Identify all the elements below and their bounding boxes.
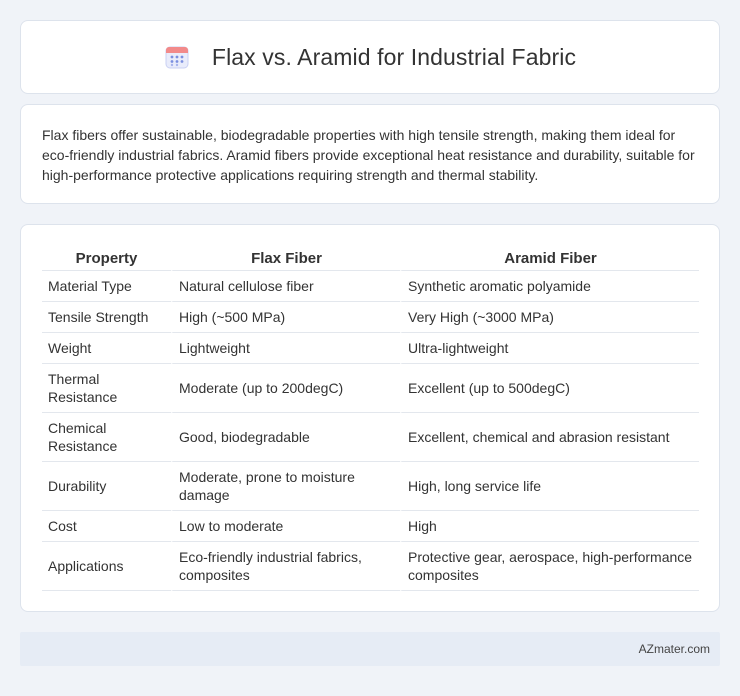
cell-flax: High (~500 MPa) [171,302,400,333]
cell-aramid: Excellent, chemical and abrasion resista… [400,413,699,462]
table-row: Applications Eco-friendly industrial fab… [42,542,699,591]
cell-property: Applications [42,542,171,591]
table-row: Chemical Resistance Good, biodegradable … [42,413,699,462]
header-property: Property [42,245,171,271]
table-row: Cost Low to moderate High [42,511,699,542]
cell-property: Durability [42,462,171,511]
cell-property: Thermal Resistance [42,364,171,413]
intro-paragraph: Flax fibers offer sustainable, biodegrad… [42,127,695,183]
cell-aramid: Excellent (up to 500degC) [400,364,699,413]
table-row: Tensile Strength High (~500 MPa) Very Hi… [42,302,699,333]
comparison-table: Property Flax Fiber Aramid Fiber Materia… [42,245,699,591]
footer-bar: AZmater.com [20,632,720,666]
title-card: Flax vs. Aramid for Industrial Fabric [20,20,720,94]
table-row: Thermal Resistance Moderate (up to 200de… [42,364,699,413]
cell-flax: Eco-friendly industrial fabrics, composi… [171,542,400,591]
cell-aramid: Very High (~3000 MPa) [400,302,699,333]
cell-property: Weight [42,333,171,364]
cell-aramid: High [400,511,699,542]
cell-flax: Good, biodegradable [171,413,400,462]
page-title: Flax vs. Aramid for Industrial Fabric [211,43,577,70]
cell-property: Tensile Strength [42,302,171,333]
cell-aramid: High, long service life [400,462,699,511]
cell-aramid: Protective gear, aerospace, high-perform… [400,542,699,591]
cell-property: Material Type [42,271,171,302]
header-flax-fiber: Flax Fiber [171,245,400,271]
cell-aramid: Synthetic aromatic polyamide [400,271,699,302]
table-row: Weight Lightweight Ultra-lightweight [42,333,699,364]
cell-property: Chemical Resistance [42,413,171,462]
table-row: Durability Moderate, prone to moisture d… [42,462,699,511]
cell-aramid: Ultra-lightweight [400,333,699,364]
table-row: Material Type Natural cellulose fiber Sy… [42,271,699,302]
cell-property: Cost [42,511,171,542]
cell-flax: Moderate, prone to moisture damage [171,462,400,511]
title-wrap: Flax vs. Aramid for Industrial Fabric [164,44,576,71]
cell-flax: Lightweight [171,333,400,364]
calendar-icon [164,44,190,70]
header-aramid-fiber: Aramid Fiber [400,245,699,271]
cell-flax: Low to moderate [171,511,400,542]
footer-site-link[interactable]: AZmater.com [639,642,710,656]
table-header-row: Property Flax Fiber Aramid Fiber [42,245,699,271]
comparison-table-card: Property Flax Fiber Aramid Fiber Materia… [20,224,720,612]
cell-flax: Natural cellulose fiber [171,271,400,302]
intro-card: Flax fibers offer sustainable, biodegrad… [20,104,720,204]
cell-flax: Moderate (up to 200degC) [171,364,400,413]
